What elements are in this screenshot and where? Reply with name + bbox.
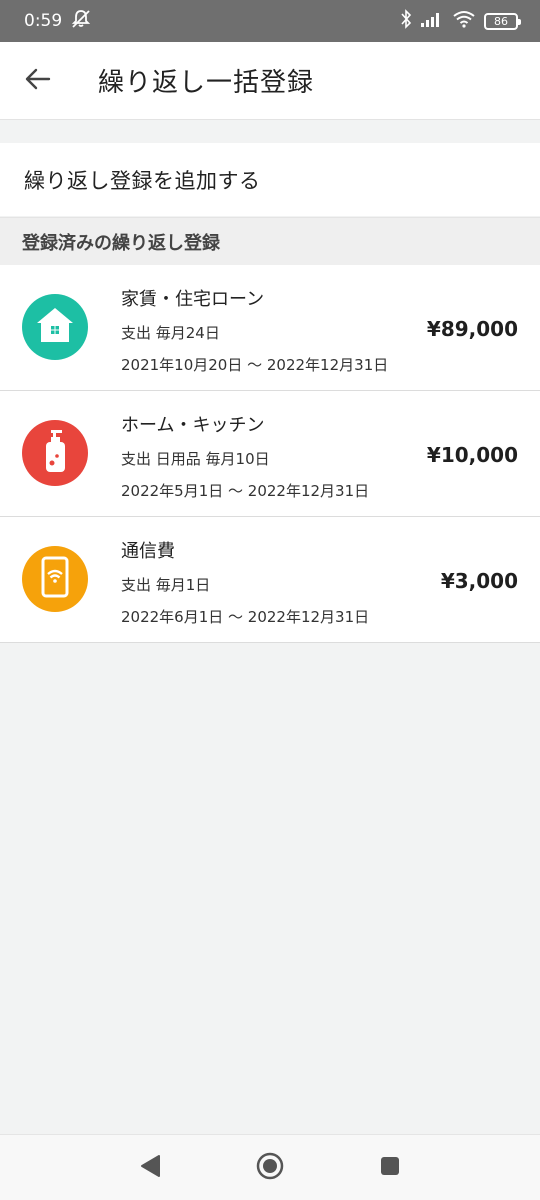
battery-level: 86: [494, 14, 508, 28]
status-left: 0:59: [24, 9, 92, 34]
item-amount: ¥3,000: [440, 569, 518, 593]
triangle-back-icon: [139, 1154, 161, 1182]
nav-home-button[interactable]: [248, 1146, 292, 1190]
status-right: 86: [400, 8, 521, 34]
back-button[interactable]: [0, 42, 76, 120]
signal-icon: [420, 10, 444, 33]
house-icon: [35, 306, 75, 348]
item-period: 2022年6月1日 〜 2022年12月31日: [121, 608, 370, 626]
nav-back-button[interactable]: [128, 1146, 172, 1190]
item-period: 2022年5月1日 〜 2022年12月31日: [121, 482, 370, 500]
recurring-list: 家賃・住宅ローン 支出 毎月24日 2021年10月20日 〜 2022年12月…: [0, 265, 540, 643]
item-subtitle: 支出 毎月24日: [121, 324, 220, 342]
soap-bottle-icon: [40, 429, 70, 477]
category-avatar: [22, 294, 88, 360]
list-item[interactable]: ホーム・キッチン 支出 日用品 毎月10日 2022年5月1日 〜 2022年1…: [0, 391, 540, 517]
add-recurring-button[interactable]: 繰り返し登録を追加する: [0, 143, 540, 216]
item-amount: ¥89,000: [426, 317, 518, 341]
item-name: 通信費: [121, 541, 175, 562]
arrow-left-icon: [25, 68, 51, 94]
app-bar: 繰り返し一括登録: [0, 42, 540, 120]
system-nav-bar: [0, 1134, 540, 1200]
item-subtitle: 支出 毎月1日: [121, 576, 211, 594]
status-time: 0:59: [24, 11, 63, 31]
category-avatar: [22, 546, 88, 612]
smartphone-wifi-icon: [40, 556, 70, 602]
page-title: 繰り返し一括登録: [98, 68, 315, 98]
circle-home-icon: [256, 1152, 284, 1184]
section-header: 登録済みの繰り返し登録: [0, 217, 540, 265]
item-subtitle: 支出 日用品 毎月10日: [121, 450, 270, 468]
bluetooth-icon: [400, 8, 412, 34]
item-amount: ¥10,000: [426, 443, 518, 467]
item-name: 家賃・住宅ローン: [121, 289, 265, 310]
list-item[interactable]: 通信費 支出 毎月1日 2022年6月1日 〜 2022年12月31日 ¥3,0…: [0, 517, 540, 643]
item-name: ホーム・キッチン: [121, 415, 265, 436]
category-avatar: [22, 420, 88, 486]
status-bar: 0:59 86: [0, 0, 540, 42]
nav-recents-button[interactable]: [368, 1146, 412, 1190]
list-item[interactable]: 家賃・住宅ローン 支出 毎月24日 2021年10月20日 〜 2022年12月…: [0, 265, 540, 391]
wifi-icon: [452, 10, 476, 33]
mute-notification-icon: [70, 9, 92, 34]
square-recents-icon: [379, 1155, 401, 1181]
item-period: 2021年10月20日 〜 2022年12月31日: [121, 356, 389, 374]
battery-icon: 86: [484, 12, 521, 30]
